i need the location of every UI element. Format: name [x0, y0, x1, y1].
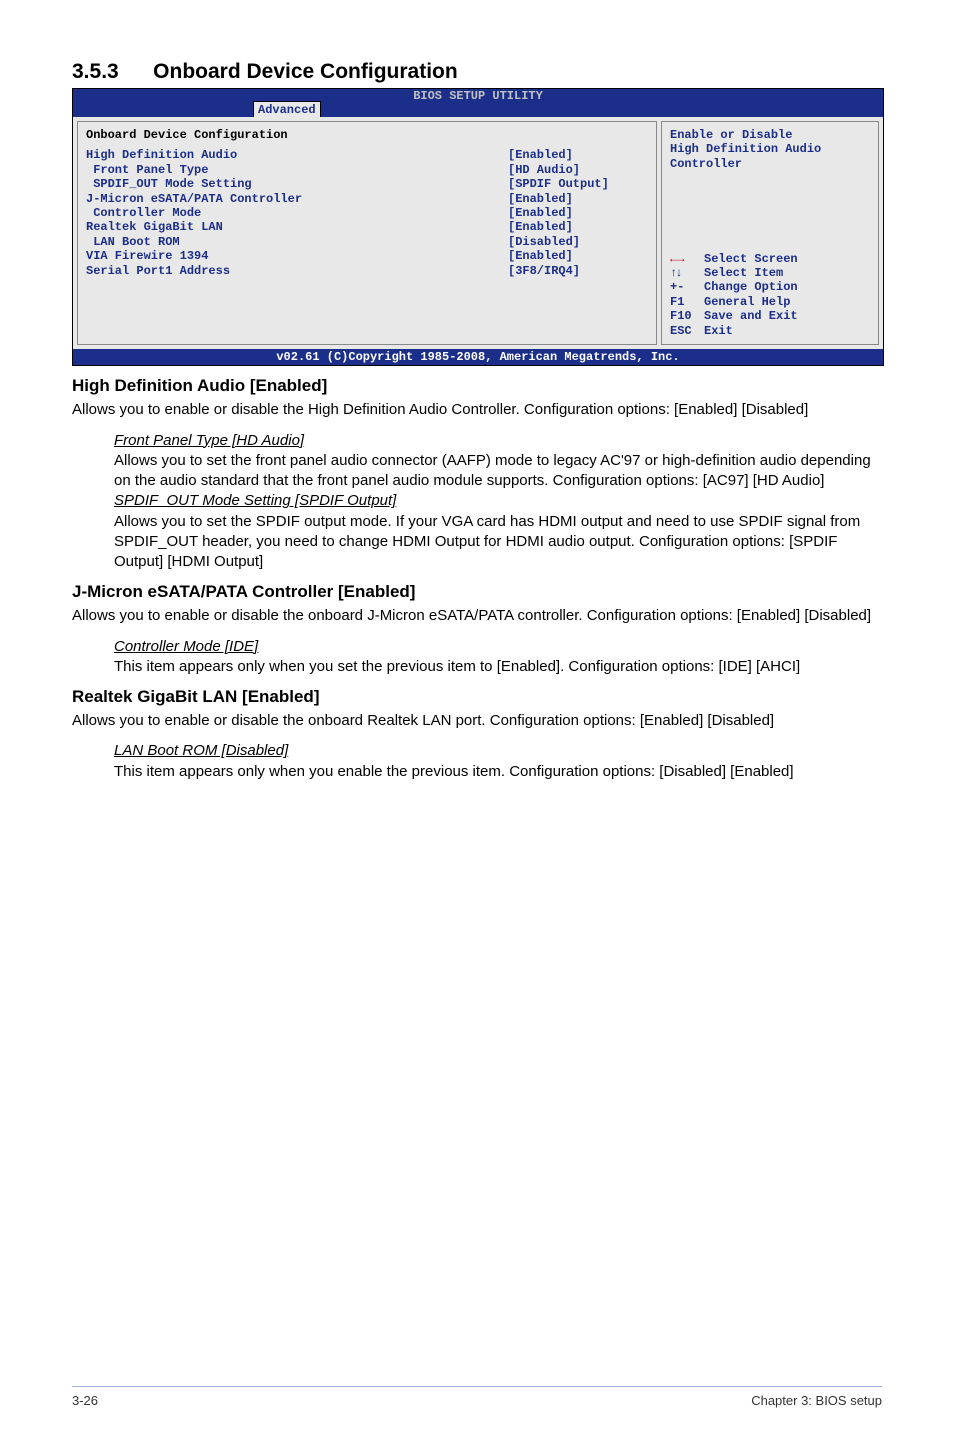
bios-setting-key: Front Panel Type	[86, 163, 508, 177]
bios-setting-row[interactable]: Realtek GigaBit LAN[Enabled]	[86, 220, 648, 234]
subheading-spdif: SPDIF_OUT Mode Setting [SPDIF Output]	[114, 492, 396, 509]
bios-title: BIOS SETUP UTILITY	[73, 89, 883, 103]
bios-setting-row[interactable]: High Definition Audio[Enabled]	[86, 148, 648, 162]
paragraph: Allows you to set the front panel audio …	[114, 451, 882, 492]
bios-setting-row[interactable]: Front Panel Type[HD Audio]	[86, 163, 648, 177]
bios-topbar: BIOS SETUP UTILITY Advanced	[73, 89, 883, 117]
bios-help-panel: Enable or Disable High Definition Audio …	[661, 121, 879, 345]
bios-setting-value: [SPDIF Output]	[508, 177, 648, 191]
bios-help-text: Exit	[704, 324, 733, 338]
bios-setting-value: [Enabled]	[508, 220, 648, 234]
chapter-label: Chapter 3: BIOS setup	[751, 1393, 882, 1408]
paragraph: This item appears only when you enable t…	[114, 762, 882, 782]
bios-help-line: High Definition Audio	[670, 142, 870, 156]
bios-help-text: Change Option	[704, 280, 798, 294]
bios-help-key-line: Select Item	[670, 266, 870, 280]
bios-setting-row[interactable]: SPDIF_OUT Mode Setting[SPDIF Output]	[86, 177, 648, 191]
bios-setting-key: LAN Boot ROM	[86, 235, 508, 249]
paragraph: Allows you to enable or disable the High…	[72, 400, 882, 420]
subheading-lan-boot-rom: LAN Boot ROM [Disabled]	[114, 742, 288, 759]
section-heading: 3.5.3 Onboard Device Configuration	[72, 60, 882, 84]
bios-tab-advanced[interactable]: Advanced	[253, 101, 321, 117]
bios-setting-value: [Enabled]	[508, 148, 648, 162]
bios-setting-key: Serial Port1 Address	[86, 264, 508, 278]
bios-help-symbol	[670, 266, 704, 280]
bios-help-symbol: F1	[670, 295, 704, 309]
bios-setting-row[interactable]: VIA Firewire 1394[Enabled]	[86, 249, 648, 263]
bios-help-text: Save and Exit	[704, 309, 798, 323]
bios-footer: v02.61 (C)Copyright 1985-2008, American …	[73, 349, 883, 365]
bios-setting-row[interactable]: Controller Mode[Enabled]	[86, 206, 648, 220]
bios-setting-value: [Disabled]	[508, 235, 648, 249]
bios-setting-value: [HD Audio]	[508, 163, 648, 177]
bios-setting-key: SPDIF_OUT Mode Setting	[86, 177, 508, 191]
page-footer: 3-26 Chapter 3: BIOS setup	[72, 1386, 882, 1408]
heading-hd-audio: High Definition Audio [Enabled]	[72, 376, 882, 396]
bios-help-line: Enable or Disable	[670, 128, 870, 142]
subheading-front-panel: Front Panel Type [HD Audio]	[114, 432, 304, 449]
paragraph: Allows you to set the SPDIF output mode.…	[114, 512, 882, 573]
bios-help-key-line: F1General Help	[670, 295, 870, 309]
heading-jmicron: J-Micron eSATA/PATA Controller [Enabled]	[72, 582, 882, 602]
bios-setting-value: [3F8/IRQ4]	[508, 264, 648, 278]
paragraph: This item appears only when you set the …	[114, 657, 882, 677]
bios-help-symbol: ESC	[670, 324, 704, 338]
bios-help-symbol: F10	[670, 309, 704, 323]
bios-setting-key: VIA Firewire 1394	[86, 249, 508, 263]
paragraph: Allows you to enable or disable the onbo…	[72, 711, 882, 731]
bios-setting-row[interactable]: J-Micron eSATA/PATA Controller[Enabled]	[86, 192, 648, 206]
bios-setting-key: Realtek GigaBit LAN	[86, 220, 508, 234]
bios-help-key-line: ESCExit	[670, 324, 870, 338]
bios-setting-value: [Enabled]	[508, 206, 648, 220]
bios-help-text: Select Item	[704, 266, 783, 280]
bios-help-text: Select Screen	[704, 252, 798, 266]
bios-setting-key: High Definition Audio	[86, 148, 508, 162]
bios-help-symbol: +-	[670, 280, 704, 294]
bios-help-key-line: Select Screen	[670, 252, 870, 266]
bios-left-panel: Onboard Device Configuration High Defini…	[77, 121, 657, 345]
bios-help-line: Controller	[670, 157, 870, 171]
heading-realtek: Realtek GigaBit LAN [Enabled]	[72, 687, 882, 707]
bios-window: BIOS SETUP UTILITY Advanced Onboard Devi…	[72, 88, 884, 366]
bios-help-key-line: +-Change Option	[670, 280, 870, 294]
bios-setting-row[interactable]: LAN Boot ROM[Disabled]	[86, 235, 648, 249]
subheading-controller-mode: Controller Mode [IDE]	[114, 638, 258, 655]
bios-left-heading: Onboard Device Configuration	[86, 128, 648, 142]
bios-setting-key: J-Micron eSATA/PATA Controller	[86, 192, 508, 206]
bios-setting-value: [Enabled]	[508, 249, 648, 263]
page-number: 3-26	[72, 1393, 98, 1408]
paragraph: Allows you to enable or disable the onbo…	[72, 606, 882, 626]
section-title: Onboard Device Configuration	[153, 60, 458, 84]
bios-setting-row[interactable]: Serial Port1 Address[3F8/IRQ4]	[86, 264, 648, 278]
section-number: 3.5.3	[72, 60, 119, 84]
bios-setting-key: Controller Mode	[86, 206, 508, 220]
bios-help-text: General Help	[704, 295, 790, 309]
bios-setting-value: [Enabled]	[508, 192, 648, 206]
bios-help-symbol	[670, 252, 704, 266]
bios-help-key-line: F10Save and Exit	[670, 309, 870, 323]
